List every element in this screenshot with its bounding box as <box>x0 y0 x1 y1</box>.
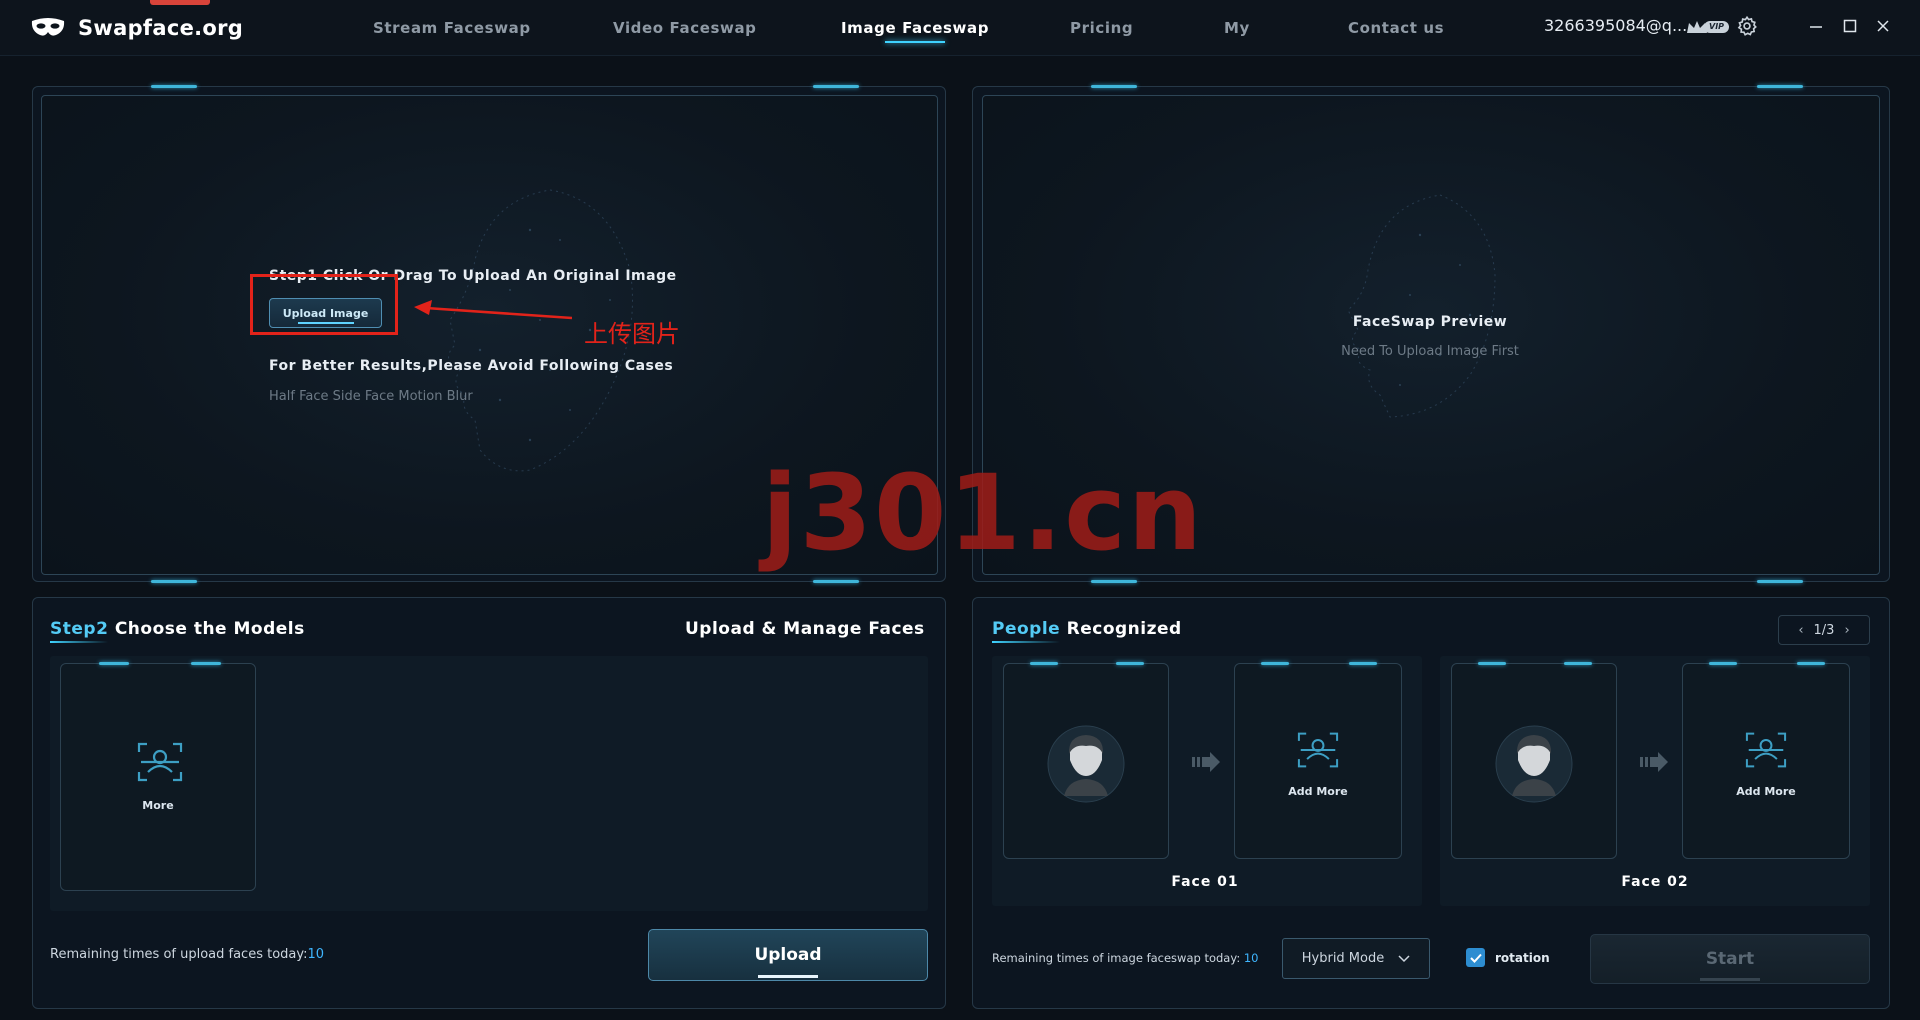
face-scan-icon <box>1297 732 1339 768</box>
particle-face-graphic <box>1347 194 1496 418</box>
panel-corner-tick <box>151 85 197 88</box>
brand-accent-bar <box>150 0 210 5</box>
upload-remaining-text: Remaining times of upload faces today:10 <box>50 947 325 962</box>
card-corner-tick <box>99 662 129 665</box>
nav-contact-us[interactable]: Contact us <box>1348 19 1444 37</box>
panel-corner-tick <box>813 85 859 88</box>
brand-logo[interactable]: Swapface.org <box>30 12 243 44</box>
manage-faces-link[interactable]: Upload & Manage Faces <box>685 619 925 639</box>
panel-corner-tick <box>1757 85 1803 88</box>
face-02-label: Face 02 <box>1621 874 1689 890</box>
panel-corner-tick <box>1757 580 1803 583</box>
panel-corner-tick <box>1091 580 1137 583</box>
arrow-right-icon <box>1640 752 1668 772</box>
rotation-checkbox[interactable] <box>1466 948 1485 967</box>
face-scan-icon <box>1745 732 1787 768</box>
card-corner-tick <box>1261 662 1289 665</box>
avatar-placeholder-icon <box>1495 725 1573 803</box>
mode-select-value: Hybrid Mode <box>1301 951 1385 966</box>
card-corner-tick <box>1349 662 1377 665</box>
preview-title: FaceSwap Preview <box>1352 314 1508 330</box>
brand-name: Swapface.org <box>78 16 244 40</box>
close-icon[interactable] <box>1871 14 1895 38</box>
nav-video-faceswap[interactable]: Video Faceswap <box>613 19 757 37</box>
upload-button[interactable]: Upload <box>648 929 928 981</box>
card-corner-tick <box>1797 662 1825 665</box>
face-02-source-card[interactable] <box>1451 662 1617 859</box>
title-bar: Swapface.org Stream Faceswap Video Faces… <box>0 0 1920 56</box>
minimize-icon[interactable] <box>1804 14 1828 38</box>
start-button[interactable]: Start <box>1590 934 1870 984</box>
nav-stream-faceswap[interactable]: Stream Faceswap <box>373 19 531 37</box>
mask-icon <box>30 17 66 39</box>
annotation-arrow-icon <box>414 300 572 320</box>
maximize-icon[interactable] <box>1838 14 1862 38</box>
people-pager: ‹ 1/3 › <box>1778 615 1870 645</box>
panel-corner-tick <box>151 580 197 583</box>
chevron-left-icon[interactable]: ‹ <box>1798 623 1803 638</box>
more-models-label: More <box>142 799 174 812</box>
nav-image-faceswap[interactable]: Image Faceswap <box>841 19 989 43</box>
card-corner-tick <box>191 662 221 665</box>
gear-icon[interactable] <box>1736 15 1758 41</box>
avoid-cases-title: For Better Results,Please Avoid Followin… <box>269 358 674 374</box>
pager-value: 1/3 <box>1813 622 1835 638</box>
vip-badge[interactable]: VIP <box>1686 17 1730 37</box>
card-corner-tick <box>1709 662 1737 665</box>
upload-remaining-count: 10 <box>307 947 325 962</box>
avatar-placeholder-icon <box>1047 725 1125 803</box>
annotation-box <box>250 274 398 335</box>
face-02-add-more-card[interactable]: Add More <box>1682 662 1850 859</box>
card-corner-tick <box>1564 662 1592 665</box>
add-more-label: Add More <box>1736 785 1796 798</box>
add-more-label: Add More <box>1288 785 1348 798</box>
watermark: j301.cn <box>762 452 1204 574</box>
face-01-label: Face 01 <box>1171 874 1239 890</box>
face-01-source-card[interactable] <box>1003 662 1169 859</box>
chevron-right-icon[interactable]: › <box>1844 623 1849 638</box>
people-section-title: People Recognized <box>992 619 1182 639</box>
account-email[interactable]: 3266395084@q... <box>1544 16 1687 35</box>
faceswap-remaining-count: 10 <box>1243 951 1259 965</box>
card-corner-tick <box>1478 662 1506 665</box>
nav-pricing[interactable]: Pricing <box>1070 19 1133 37</box>
faceswap-remaining-text: Remaining times of image faceswap today:… <box>992 951 1259 965</box>
avoid-cases-list: Half Face Side Face Motion Blur <box>269 389 473 404</box>
chevron-down-icon <box>1398 954 1410 962</box>
face-scan-icon <box>137 742 183 782</box>
mode-select[interactable]: Hybrid Mode <box>1282 938 1430 979</box>
panel-corner-tick <box>1091 85 1137 88</box>
nav-my[interactable]: My <box>1224 19 1250 37</box>
models-section-title: Step2 Choose the Models <box>50 619 305 639</box>
arrow-right-icon <box>1192 752 1220 772</box>
panel-corner-tick <box>813 580 859 583</box>
annotation-label: 上传图片 <box>584 320 680 348</box>
preview-subtitle: Need To Upload Image First <box>1341 344 1519 359</box>
checkmark-icon <box>1469 953 1482 963</box>
rotation-toggle[interactable]: rotation <box>1466 948 1550 967</box>
more-models-card[interactable]: More <box>60 662 256 891</box>
card-corner-tick <box>1030 662 1058 665</box>
face-01-add-more-card[interactable]: Add More <box>1234 662 1402 859</box>
rotation-label: rotation <box>1495 950 1550 965</box>
card-corner-tick <box>1116 662 1144 665</box>
